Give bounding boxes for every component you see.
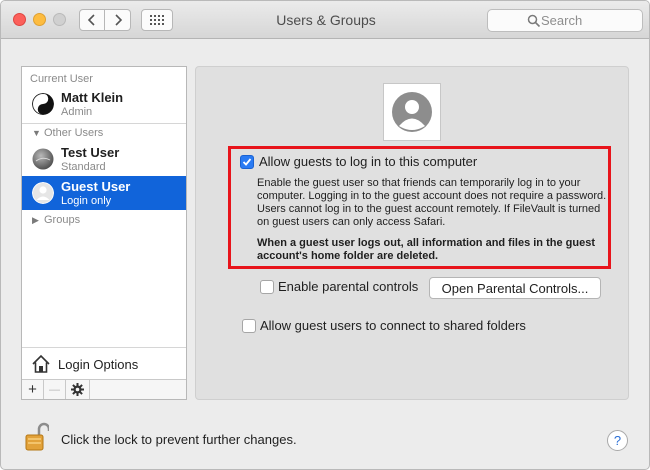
help-button[interactable]: ? (607, 430, 628, 451)
current-user-header: Current User (30, 73, 93, 85)
guest-user-icon (392, 92, 432, 132)
remove-user-button[interactable]: — (44, 380, 66, 399)
guest-warning: When a guest user logs out, all informat… (257, 237, 595, 262)
shared-folders-label[interactable]: Allow guest users to connect to shared f… (260, 318, 526, 333)
user-row-current[interactable]: Matt Klein Admin (22, 87, 186, 121)
disclosure-down-icon[interactable]: ▼ (32, 128, 41, 138)
guest-avatar-icon (32, 182, 54, 204)
user-name: Guest User (61, 179, 131, 194)
gear-icon (71, 383, 84, 396)
users-sidebar: Current User Matt Klein Admin ▼ Other Us… (21, 66, 187, 400)
add-user-button[interactable]: + (22, 380, 44, 399)
user-photo-avatar (32, 148, 54, 170)
guest-picture[interactable] (383, 83, 441, 141)
user-name: Test User (61, 145, 120, 160)
action-menu-button[interactable] (66, 380, 90, 399)
search-input[interactable] (541, 13, 641, 28)
lock-message: Click the lock to prevent further change… (61, 432, 297, 447)
search-field[interactable] (487, 9, 643, 32)
shared-folders-checkbox[interactable] (242, 319, 256, 333)
yin-yang-avatar (32, 93, 54, 115)
login-options-item[interactable]: Login Options (22, 349, 186, 379)
user-role: Login only (61, 195, 112, 207)
title-bar: Users & Groups (1, 1, 649, 39)
allow-guests-checkbox[interactable] (240, 155, 254, 169)
groups-header: Groups (44, 214, 81, 226)
user-role: Admin (61, 106, 93, 118)
user-row-guest[interactable]: Guest User Login only (22, 176, 186, 210)
disclosure-right-icon[interactable]: ▶ (32, 215, 39, 226)
parental-controls-checkbox[interactable] (260, 280, 274, 294)
other-users-header: Other Users (44, 127, 104, 139)
allow-guests-label[interactable]: Allow guests to log in to this computer (259, 154, 477, 169)
unlocked-padlock-icon[interactable] (25, 422, 49, 452)
users-groups-window: Users & Groups Current User Matt Klein A… (0, 0, 650, 470)
user-row-test[interactable]: Test User Standard (22, 142, 186, 176)
user-name: Matt Klein (61, 90, 124, 105)
divider (22, 123, 186, 124)
house-icon (32, 354, 50, 373)
search-icon (527, 14, 541, 28)
divider (22, 347, 186, 348)
user-role: Standard (61, 161, 106, 173)
open-parental-controls-button[interactable]: Open Parental Controls... (429, 277, 601, 299)
guest-description: Enable the guest user so that friends ca… (257, 177, 607, 228)
sidebar-toolbar: + — (22, 379, 186, 399)
checkmark-icon (242, 158, 252, 166)
parental-controls-label[interactable]: Enable parental controls (278, 279, 418, 294)
guest-settings-panel: Allow guests to log in to this computer … (195, 66, 629, 400)
login-options-label: Login Options (58, 357, 139, 372)
